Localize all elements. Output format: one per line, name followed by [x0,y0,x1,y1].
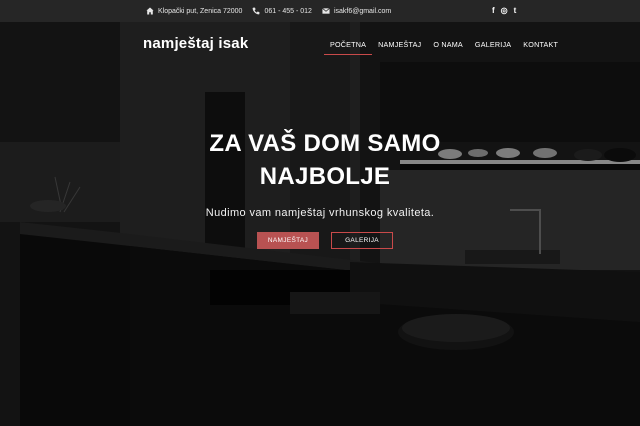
home-icon [146,7,154,15]
email-text: isakf6@gmail.com [333,7,392,15]
hero-headline-line2: NAJBOLJE [259,163,391,190]
nav-item-o-nama[interactable]: O NAMA [427,40,469,49]
phone-text: 061 - 455 - 012 [264,7,312,15]
phone-item[interactable]: 061 - 455 - 012 [252,7,312,15]
namjestaj-button[interactable]: NAMJEŠTAJ [257,232,319,249]
top-info-bar: Klopački put, Zenica 72000 061 - 455 - 0… [0,0,640,22]
hero-headline-line1: ZA VAŠ DOM SAMO [209,130,441,157]
envelope-icon [322,7,330,15]
nav-item-galerija[interactable]: GALERIJA [469,40,517,49]
nav-item-namjestaj[interactable]: NAMJEŠTAJ [372,40,427,49]
twitter-icon[interactable]: t [514,7,517,15]
email-item[interactable]: isakf6@gmail.com [322,7,391,15]
nav-item-kontakt[interactable]: KONTAKT [517,40,564,49]
hero-subtitle: Nudimo vam namještaj vrhunskog kvaliteta… [205,207,435,219]
instagram-icon[interactable]: ◎ [501,7,508,15]
main-nav: POČETNA NAMJEŠTAJ O NAMA GALERIJA KONTAK… [324,40,564,55]
contact-info: Klopački put, Zenica 72000 061 - 455 - 0… [146,0,391,22]
galerija-button[interactable]: GALERIJA [331,232,393,249]
site-logo[interactable]: namještaj isak [143,35,248,52]
facebook-icon[interactable]: f [492,7,495,15]
address-text: Klopački put, Zenica 72000 [158,7,243,15]
phone-icon [252,7,260,15]
hero-section [0,22,640,426]
address-item: Klopački put, Zenica 72000 [146,7,242,15]
hero-headline: ZA VAŠ DOM SAMO NAJBOLJE [180,127,470,193]
social-links: f ◎ t [492,0,516,22]
nav-item-pocetna[interactable]: POČETNA [324,40,373,55]
kitchen-background-image [0,22,640,426]
